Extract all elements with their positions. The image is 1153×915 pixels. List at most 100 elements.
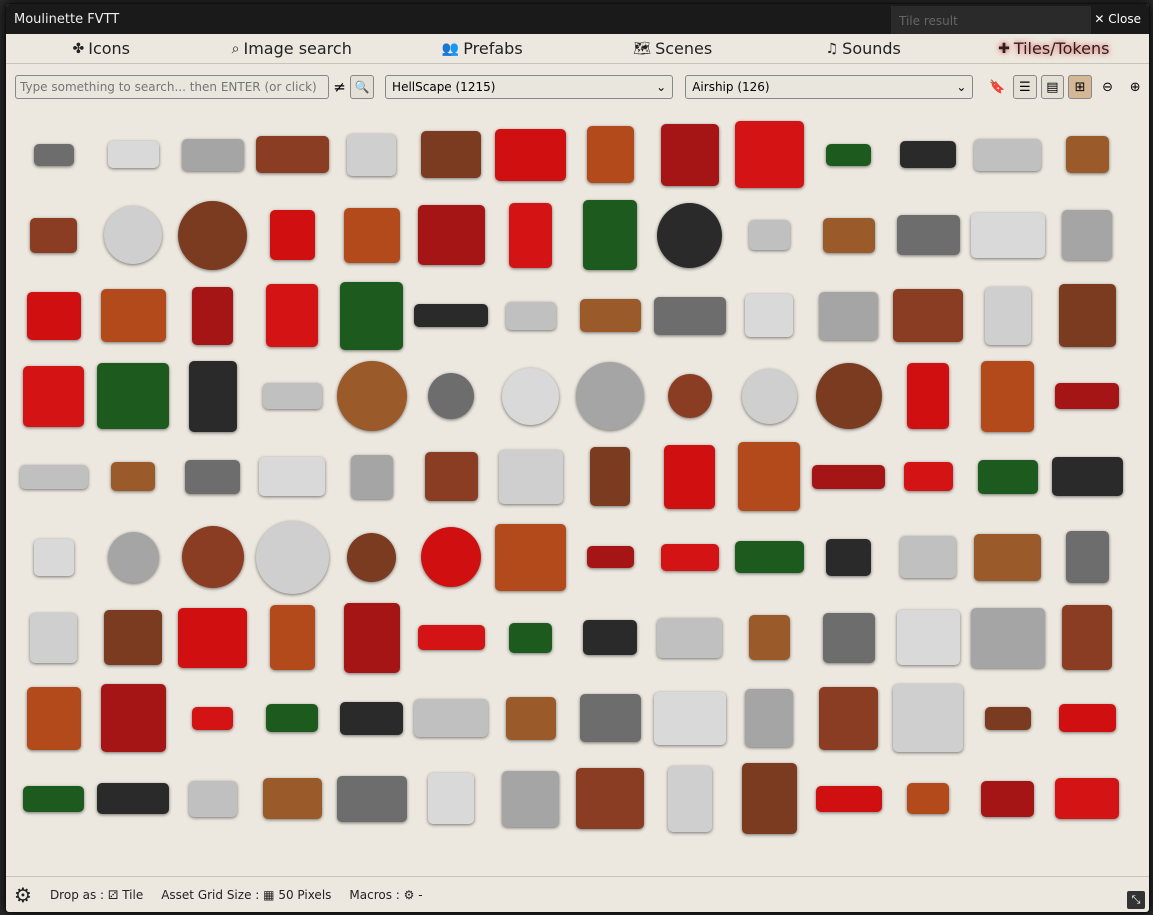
- asset-tile[interactable]: [95, 197, 172, 274]
- asset-tile[interactable]: [651, 680, 728, 757]
- zoom-out-button[interactable]: ⊖: [1096, 75, 1120, 99]
- asset-tile[interactable]: [890, 438, 967, 515]
- tab-scenes[interactable]: 🗺 Scenes: [578, 39, 769, 58]
- asset-tile[interactable]: [15, 760, 92, 837]
- asset-tile[interactable]: [95, 680, 172, 757]
- asset-tile[interactable]: [492, 438, 569, 515]
- asset-tile[interactable]: [651, 277, 728, 354]
- asset-tile[interactable]: [572, 599, 649, 676]
- asset-tile[interactable]: [413, 760, 490, 837]
- asset-tile[interactable]: [174, 197, 251, 274]
- asset-tile[interactable]: [492, 358, 569, 435]
- asset-tile[interactable]: [651, 358, 728, 435]
- tab-image-search[interactable]: ⌕ Image search: [197, 39, 388, 58]
- asset-tile[interactable]: [969, 197, 1046, 274]
- asset-tile[interactable]: [572, 358, 649, 435]
- asset-tile[interactable]: [254, 277, 331, 354]
- asset-tile[interactable]: [731, 599, 808, 676]
- asset-tile[interactable]: [890, 760, 967, 837]
- asset-tile[interactable]: [969, 760, 1046, 837]
- asset-tile[interactable]: [95, 277, 172, 354]
- pack-select[interactable]: HellScape (1215) ⌄: [385, 75, 674, 99]
- asset-tile[interactable]: [651, 197, 728, 274]
- asset-tile[interactable]: [413, 197, 490, 274]
- not-equal-toggle[interactable]: ≠: [333, 78, 347, 96]
- asset-tile[interactable]: [492, 116, 569, 193]
- asset-tile[interactable]: [254, 599, 331, 676]
- asset-tile[interactable]: [572, 116, 649, 193]
- asset-tile[interactable]: [413, 680, 490, 757]
- asset-tile[interactable]: [1049, 599, 1126, 676]
- asset-tile[interactable]: [969, 519, 1046, 596]
- asset-tile[interactable]: [413, 519, 490, 596]
- asset-tile[interactable]: [1049, 519, 1126, 596]
- tab-sounds[interactable]: ♫ Sounds: [768, 39, 959, 58]
- asset-tile[interactable]: [572, 760, 649, 837]
- asset-tile[interactable]: [969, 358, 1046, 435]
- asset-tile[interactable]: [492, 680, 569, 757]
- asset-tile[interactable]: [731, 116, 808, 193]
- asset-tile[interactable]: [492, 197, 569, 274]
- asset-tile[interactable]: [174, 277, 251, 354]
- asset-tile[interactable]: [1049, 277, 1126, 354]
- asset-tile[interactable]: [890, 519, 967, 596]
- asset-tile[interactable]: [651, 519, 728, 596]
- asset-tile[interactable]: [969, 116, 1046, 193]
- asset-tile[interactable]: [95, 760, 172, 837]
- asset-tile[interactable]: [254, 680, 331, 757]
- asset-tile[interactable]: [731, 438, 808, 515]
- asset-tile[interactable]: [1049, 438, 1126, 515]
- bookmark-button[interactable]: 🔖: [985, 75, 1009, 99]
- category-select[interactable]: Airship (126) ⌄: [685, 75, 974, 99]
- asset-tile[interactable]: [333, 197, 410, 274]
- asset-tile[interactable]: [333, 116, 410, 193]
- grid-size-value[interactable]: 50 Pixels: [278, 888, 331, 902]
- grid-view-button[interactable]: ⊞: [1068, 75, 1092, 99]
- tab-tiles-tokens[interactable]: ✚ Tiles/Tokens: [959, 39, 1150, 58]
- asset-tile[interactable]: [810, 277, 887, 354]
- asset-tile[interactable]: [413, 358, 490, 435]
- asset-tile[interactable]: [254, 116, 331, 193]
- drop-value[interactable]: Tile: [122, 888, 143, 902]
- table-view-button[interactable]: ▤: [1040, 75, 1065, 99]
- asset-tile[interactable]: [413, 599, 490, 676]
- asset-tile[interactable]: [651, 599, 728, 676]
- asset-tile[interactable]: [731, 197, 808, 274]
- asset-tile[interactable]: [1049, 116, 1126, 193]
- tab-prefabs[interactable]: 👥 Prefabs: [387, 39, 578, 58]
- asset-tile[interactable]: [174, 760, 251, 837]
- asset-tile[interactable]: [492, 599, 569, 676]
- asset-tile[interactable]: [15, 277, 92, 354]
- asset-tile[interactable]: [413, 438, 490, 515]
- search-input[interactable]: [15, 75, 329, 99]
- asset-tile[interactable]: [492, 277, 569, 354]
- asset-tile[interactable]: [95, 116, 172, 193]
- resize-handle[interactable]: ⤡: [1127, 891, 1145, 909]
- asset-tile[interactable]: [174, 358, 251, 435]
- asset-tile[interactable]: [572, 277, 649, 354]
- asset-tile[interactable]: [15, 599, 92, 676]
- asset-tile[interactable]: [333, 438, 410, 515]
- tab-icons[interactable]: ✤ Icons: [6, 39, 197, 58]
- asset-tile[interactable]: [333, 519, 410, 596]
- asset-tile[interactable]: [731, 680, 808, 757]
- asset-tile[interactable]: [810, 358, 887, 435]
- asset-tile[interactable]: [731, 277, 808, 354]
- asset-tile[interactable]: [174, 680, 251, 757]
- zoom-in-button[interactable]: ⊕: [1123, 75, 1147, 99]
- asset-tile[interactable]: [731, 760, 808, 837]
- asset-tile[interactable]: [1049, 358, 1126, 435]
- asset-tile[interactable]: [731, 358, 808, 435]
- asset-tile[interactable]: [651, 116, 728, 193]
- asset-tile[interactable]: [810, 197, 887, 274]
- asset-tile[interactable]: [492, 519, 569, 596]
- asset-tile[interactable]: [651, 760, 728, 837]
- asset-tile[interactable]: [254, 760, 331, 837]
- asset-tile[interactable]: [15, 358, 92, 435]
- asset-tile[interactable]: [95, 438, 172, 515]
- asset-tile[interactable]: [15, 116, 92, 193]
- asset-tile[interactable]: [890, 599, 967, 676]
- asset-tile[interactable]: [333, 760, 410, 837]
- asset-tile[interactable]: [572, 680, 649, 757]
- asset-tile[interactable]: [810, 760, 887, 837]
